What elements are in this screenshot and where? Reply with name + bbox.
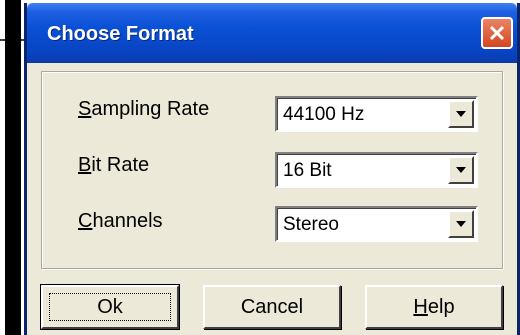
close-x-icon (489, 25, 505, 41)
format-group-box: Sampling Rate 44100 Hz Bit Rate 16 Bit C… (41, 71, 503, 269)
channels-dropdown-button[interactable] (448, 210, 474, 238)
help-button[interactable]: Help (365, 285, 503, 329)
bit-rate-dropdown-button[interactable] (448, 156, 474, 184)
sampling-rate-label: Sampling Rate (78, 98, 210, 120)
dialog-title: Choose Format (47, 23, 194, 45)
sampling-rate-value: 44100 Hz (283, 104, 365, 125)
channels-label: Channels (78, 210, 163, 232)
close-button[interactable] (481, 17, 513, 49)
channels-value: Stereo (283, 214, 339, 235)
sampling-rate-select[interactable]: 44100 Hz (275, 96, 478, 132)
focus-rectangle (49, 293, 171, 321)
channels-select[interactable]: Stereo (275, 206, 478, 242)
ok-button[interactable]: Ok (40, 284, 180, 330)
chevron-down-icon (456, 111, 466, 117)
black-vertical-bar (5, 0, 21, 335)
sampling-rate-dropdown-button[interactable] (448, 100, 474, 128)
help-button-label: Help (413, 295, 455, 318)
bit-rate-select[interactable]: 16 Bit (275, 152, 478, 188)
bit-rate-value: 16 Bit (283, 160, 332, 181)
choose-format-dialog: Choose Format Sampling Rate 44100 Hz Bit… (24, 3, 520, 335)
dialog-client-area: Sampling Rate 44100 Hz Bit Rate 16 Bit C… (27, 63, 517, 335)
title-bar[interactable]: Choose Format (27, 3, 517, 63)
cancel-button[interactable]: Cancel (203, 285, 341, 329)
chevron-down-icon (456, 221, 466, 227)
bit-rate-label: Bit Rate (78, 154, 150, 176)
cancel-button-label: Cancel (240, 295, 304, 318)
chevron-down-icon (456, 167, 466, 173)
